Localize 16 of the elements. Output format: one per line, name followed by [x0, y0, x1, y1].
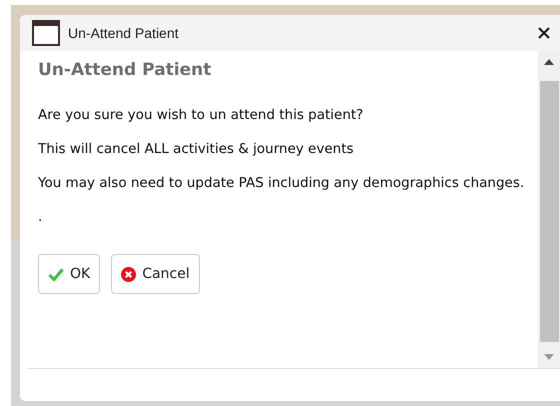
scroll-down-icon[interactable]	[544, 354, 554, 360]
scrollbar-thumb[interactable]	[540, 81, 558, 342]
message-text: Are you sure you wish to un attend this patient?	[38, 107, 364, 124]
close-icon[interactable]	[538, 27, 550, 39]
message-text: You may also need to update PAS including any demographics changes.	[38, 175, 526, 192]
window-title: Un-Attend Patient	[68, 25, 180, 41]
window-icon	[32, 20, 60, 46]
check-icon	[48, 268, 64, 280]
message-text: .	[38, 209, 44, 226]
cancel-button[interactable]: Cancel	[111, 254, 200, 294]
cancel-icon	[121, 266, 136, 282]
dialog-heading: Un-Attend Patient	[38, 60, 212, 80]
scroll-up-icon[interactable]	[544, 59, 554, 65]
scrollbar[interactable]	[538, 51, 560, 368]
message-text: This will cancel ALL activities & journey events	[38, 141, 355, 158]
ok-button[interactable]: OK	[38, 254, 100, 294]
